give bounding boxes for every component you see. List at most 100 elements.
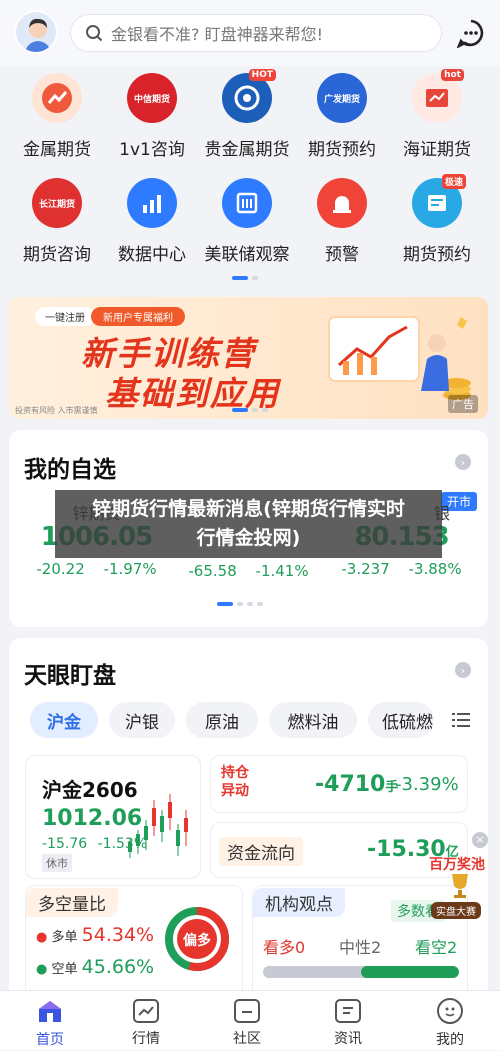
grid-item-futures-booking[interactable]: 极速 期货预约 bbox=[387, 174, 487, 265]
grid-item-alarm[interactable]: 预警 bbox=[292, 178, 392, 265]
home-icon bbox=[36, 998, 64, 1024]
grid-label: 金属期货 bbox=[23, 140, 91, 160]
tab-label: 资讯 bbox=[334, 1031, 362, 1047]
grid-label: 预警 bbox=[325, 245, 359, 265]
bear-count: 看空2 bbox=[415, 938, 458, 957]
prize-pool-widget[interactable]: 百万奖池 实盘大赛 bbox=[425, 852, 495, 922]
guangfa-futures-icon: 广发期货 bbox=[317, 73, 367, 123]
capital-flow-label: 资金流向 bbox=[219, 837, 303, 866]
banner-tag-welfare: 新用户专属福利 bbox=[91, 307, 185, 326]
grid-label: 期货预约 bbox=[403, 245, 471, 265]
guoyuan-futures-icon: HOT bbox=[222, 69, 276, 123]
donut-label: 偏多 bbox=[183, 933, 211, 949]
fed-watch-icon bbox=[222, 178, 272, 228]
futures-booking-icon: 极速 bbox=[412, 174, 466, 228]
grid-label: 期货预约 bbox=[308, 140, 376, 160]
shortcut-grid: 金属期货 中信期货 1v1咨询 HOT 贵金属期货 广发期货 期货预约 hot … bbox=[0, 66, 500, 286]
search-icon bbox=[86, 25, 103, 42]
holding-change-box[interactable]: 持仓 异动 -4710手 -3.39% bbox=[210, 755, 468, 813]
more-arrow-icon[interactable]: › bbox=[455, 454, 471, 470]
tab-label: 我的 bbox=[436, 1032, 464, 1048]
tab-label: 社区 bbox=[233, 1031, 261, 1047]
contract-name: 沪金2606 bbox=[42, 778, 138, 802]
search-bar[interactable]: 金银看不准? 盯盘神器来帮您! bbox=[70, 14, 442, 52]
grid-label: 1v1咨询 bbox=[119, 140, 185, 160]
long-short-box[interactable]: 多空量比 ● 多单 54.34% ● 空单 45.66% 偏多 bbox=[25, 885, 243, 990]
changjiang-futures-icon: 长江期货 bbox=[32, 178, 82, 228]
tab-profile[interactable]: 我的 bbox=[400, 991, 500, 1051]
grid-item-data-center[interactable]: 数据中心 bbox=[102, 178, 202, 265]
metal-futures-icon bbox=[32, 73, 82, 123]
grid-item-fed-watch[interactable]: 美联储观察 bbox=[197, 178, 297, 265]
training-camp-icon: hot bbox=[412, 69, 464, 123]
promo-banner[interactable]: 一键注册 新用户专属福利 新手训练营 基础到应用 投资有风险 入市需谨慎 广告 bbox=[9, 297, 488, 419]
more-arrow-icon[interactable]: › bbox=[455, 662, 471, 678]
tab-community[interactable]: 社区 bbox=[197, 991, 297, 1051]
watchlist-page-indicator bbox=[217, 602, 263, 606]
banner-page-indicator bbox=[232, 408, 268, 412]
short-row: ● 空单 45.66% bbox=[36, 956, 155, 978]
quote-change: -3.237 -3.88% bbox=[341, 560, 462, 578]
tab-home[interactable]: 首页 bbox=[0, 991, 100, 1051]
grid-label: 贵金属期货 bbox=[204, 140, 290, 160]
search-placeholder: 金银看不准? 盯盘神器来帮您! bbox=[111, 25, 323, 44]
holding-value: -4710手 bbox=[315, 772, 399, 797]
prize-subtitle: 实盘大赛 bbox=[431, 902, 481, 919]
citic-futures-icon: 中信期货 bbox=[127, 73, 177, 123]
grid-item-haizheng[interactable]: hot 海证期货 bbox=[387, 69, 487, 160]
grid-label: 期货咨询 bbox=[23, 245, 91, 265]
tab-label: 首页 bbox=[36, 1032, 64, 1048]
banner-tag-register: 一键注册 bbox=[35, 307, 95, 326]
grid-label: 海证期货 bbox=[403, 140, 471, 160]
tab-fuel-oil[interactable]: 燃料油 bbox=[269, 702, 357, 738]
tab-crude-oil[interactable]: 原油 bbox=[186, 702, 258, 738]
hot-badge: hot bbox=[441, 69, 464, 81]
tab-label: 行情 bbox=[132, 1031, 160, 1047]
tab-low-sulfur[interactable]: 低硫燃 bbox=[368, 702, 434, 738]
profile-icon bbox=[437, 998, 463, 1024]
avatar[interactable] bbox=[14, 10, 58, 54]
alarm-icon bbox=[317, 178, 367, 228]
news-icon bbox=[335, 999, 361, 1023]
bull-count: 看多0 bbox=[263, 938, 306, 957]
tab-news[interactable]: 资讯 bbox=[298, 991, 398, 1051]
grid-item-consult[interactable]: 中信期货 1v1咨询 bbox=[102, 73, 202, 160]
top-header: 金银看不准? 盯盘神器来帮您! bbox=[0, 0, 500, 66]
grid-item-precious-metal[interactable]: HOT 贵金属期货 bbox=[197, 69, 297, 160]
hot-badge: HOT bbox=[248, 69, 276, 81]
grid-item-booking[interactable]: 广发期货 期货预约 bbox=[292, 73, 392, 160]
customer-service-icon[interactable] bbox=[456, 18, 486, 49]
data-center-icon bbox=[127, 178, 177, 228]
grid-label: 美联储观察 bbox=[204, 245, 290, 265]
tab-list-menu-icon[interactable] bbox=[452, 712, 470, 728]
quote-change: -20.22 -1.97% bbox=[36, 560, 157, 578]
bottom-tab-bar: 首页 行情 社区 资讯 我的 bbox=[0, 990, 500, 1050]
tab-hujin[interactable]: 沪金 bbox=[30, 702, 98, 738]
overlay-line-1: 锌期货行情最新消息(锌期货行情实时 bbox=[92, 498, 405, 520]
mini-kline-chart bbox=[128, 794, 188, 858]
overlay-line-2: 行情金投网) bbox=[196, 527, 301, 549]
close-icon[interactable]: × bbox=[472, 832, 488, 848]
fast-badge: 极速 bbox=[441, 174, 466, 189]
tab-market[interactable]: 行情 bbox=[96, 991, 196, 1051]
risk-notice: 投资有风险 入市需谨慎 bbox=[15, 406, 98, 415]
main-quote-box[interactable]: 沪金2606 1012.06 -15.76 -1.53% 休市 bbox=[25, 755, 201, 879]
tab-huyin[interactable]: 沪银 bbox=[109, 702, 175, 738]
market-chart-icon bbox=[133, 999, 159, 1023]
ad-label: 广告 bbox=[448, 395, 478, 413]
grid-page-indicator bbox=[232, 276, 258, 280]
long-row: ● 多单 54.34% bbox=[36, 924, 155, 946]
neutral-count: 中性2 bbox=[339, 938, 382, 957]
long-short-title: 多空量比 bbox=[26, 888, 118, 917]
grid-label: 数据中心 bbox=[118, 245, 186, 265]
section-title-tianyan: 天眼盯盘 bbox=[24, 663, 116, 689]
trophy-icon bbox=[452, 874, 468, 898]
holding-pct: -3.39% bbox=[395, 774, 459, 795]
quote-change: -65.58 -1.41% bbox=[188, 562, 309, 580]
article-title-overlay: 锌期货行情最新消息(锌期货行情实时 行情金投网) bbox=[55, 490, 442, 558]
market-status: 休市 bbox=[42, 854, 72, 872]
grid-item-futures-consult[interactable]: 长江期货 期货咨询 bbox=[7, 178, 107, 265]
section-title-watchlist: 我的自选 bbox=[24, 457, 116, 483]
institution-title: 机构观点 bbox=[253, 888, 345, 917]
grid-item-metal-futures[interactable]: 金属期货 bbox=[7, 73, 107, 160]
